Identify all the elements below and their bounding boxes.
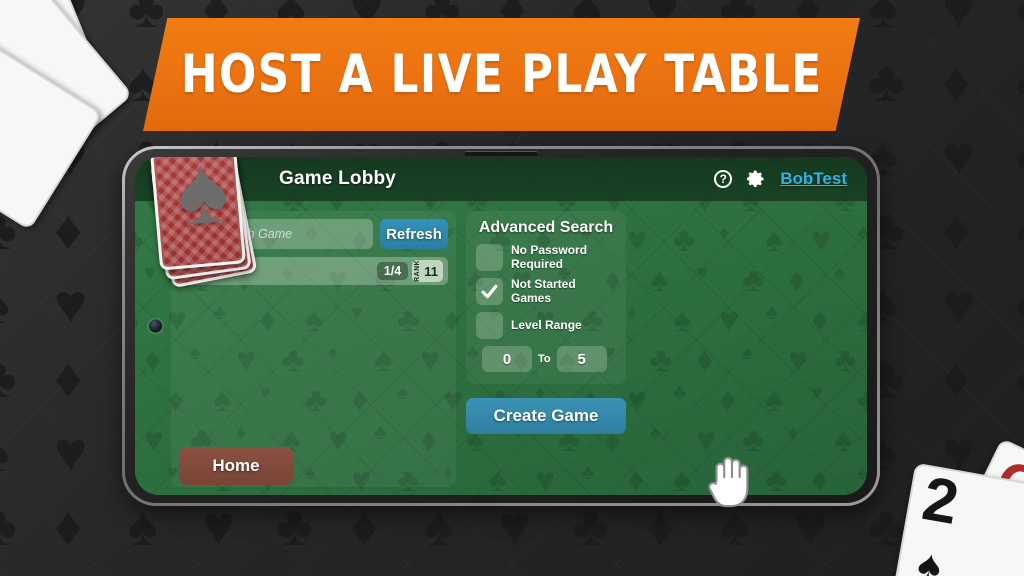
advanced-search-box: Advanced Search No Password Required Not… [466, 211, 626, 384]
background-suit-icon: ♥ [942, 272, 976, 335]
rank-badge: RANK 11 [412, 260, 443, 282]
front-camera-icon [149, 319, 162, 333]
game-row-meta: 1/4 RANK 11 [376, 260, 443, 282]
background-suit-icon: ♥ [942, 0, 976, 39]
background-suit-icon: ♠ [0, 424, 10, 480]
background-suit-icon: ♣ [868, 494, 905, 557]
background-suit-icon: ♦ [54, 494, 83, 557]
rank-label: RANK [414, 260, 422, 282]
option-level-range[interactable]: Level Range [476, 312, 616, 339]
advanced-search-title: Advanced Search [478, 219, 614, 236]
background-suit-icon: ♠ [0, 572, 10, 576]
background-suit-icon: ♣ [276, 494, 313, 557]
background-suit-icon: ♣ [128, 0, 165, 39]
background-suit-icon: ♦ [202, 572, 231, 576]
background-suit-icon: ♦ [942, 198, 971, 261]
advanced-search-panel: Advanced Search No Password Required Not… [466, 211, 626, 487]
spade-overlay-icon: ♠ [172, 157, 233, 247]
background-suit-icon: ♠ [720, 494, 750, 557]
rank-value: 11 [424, 263, 438, 279]
background-suit-icon: ♠ [868, 572, 898, 576]
background-suit-icon: ♣ [1016, 128, 1024, 184]
card-suit-spade-icon: ♠ [913, 539, 946, 576]
background-suit-icon: ♣ [1016, 0, 1024, 36]
card-rank: 2 [917, 464, 964, 538]
background-suit-icon: ♠ [868, 0, 898, 39]
level-range-row: To [476, 346, 616, 372]
option-no-password-required[interactable]: No Password Required [476, 244, 616, 271]
background-suit-icon: ♦ [54, 346, 83, 409]
background-suit-icon: ♠ [128, 494, 158, 557]
background-suit-icon: ♦ [646, 494, 675, 557]
background-suit-icon: ♠ [1016, 202, 1024, 258]
check-icon [481, 284, 498, 299]
background-suit-icon: ♥ [350, 572, 383, 576]
background-suit-icon: ♣ [720, 572, 757, 576]
speaker-grille-icon [464, 151, 538, 156]
background-suit-icon: ♣ [128, 572, 165, 576]
home-button[interactable]: Home [179, 447, 293, 485]
background-suit-icon: ♥ [498, 494, 532, 557]
background-suit-icon: ♥ [54, 572, 87, 576]
headline-text: HOST A LIVE PLAY TABLE [180, 44, 823, 105]
phone-bezel: ♠♥♣♦♠♥♣♦♠♥♣♦♠♥♣♦♠♥♦♠♥♣♦♠♥♣♦♠♥♣♦♠♥♣♦♠♣♦♠♥… [125, 149, 877, 503]
background-suit-icon: ♦ [942, 50, 971, 113]
background-suit-icon: ♠ [1016, 350, 1024, 406]
background-suit-icon: ♠ [276, 572, 306, 576]
background-suit-icon: ♠ [0, 276, 10, 332]
background-suit-icon: ♠ [424, 494, 454, 557]
range-separator: To [538, 353, 551, 365]
option-label: No Password Required [511, 243, 588, 271]
background-suit-icon: ♥ [794, 494, 828, 557]
background-suit-icon: ♣ [424, 572, 461, 576]
phone-screen: ♠♥♣♦♠♥♣♦♠♥♣♦♠♥♣♦♠♥♦♠♥♣♦♠♥♣♦♠♥♣♦♠♥♣♦♠♣♦♠♥… [135, 157, 867, 495]
refresh-button[interactable]: Refresh [380, 219, 448, 249]
help-icon[interactable]: ? [714, 170, 733, 188]
background-suit-icon: ♦ [54, 198, 83, 261]
username-link[interactable]: BobTest [780, 169, 847, 189]
gear-icon[interactable] [746, 169, 766, 189]
option-not-started-games[interactable]: Not Started Games [476, 278, 616, 305]
option-label: Not Started Games [511, 277, 576, 305]
background-suit-icon: ♥ [202, 494, 236, 557]
background-suit-icon: ♣ [0, 350, 17, 406]
level-max-input[interactable] [556, 346, 607, 372]
background-suit-icon: ♣ [572, 494, 609, 557]
background-suit-icon: ♥ [54, 420, 88, 483]
background-suit-icon: ♦ [794, 572, 823, 576]
background-suit-icon: ♦ [498, 572, 527, 576]
background-suit-icon: ♥ [54, 272, 88, 335]
headline-banner: HOST A LIVE PLAY TABLE [143, 18, 860, 131]
phone-device: ♠♥♣♦♠♥♣♦♠♥♣♦♠♥♣♦♠♥♦♠♥♣♦♠♥♣♦♠♥♣♦♠♥♣♦♠♣♦♠♥… [122, 146, 880, 506]
background-suit-icon: ♥ [646, 572, 679, 576]
header-actions: ? BobTest [714, 169, 847, 189]
background-suit-icon: ♠ [1016, 54, 1024, 110]
background-suit-icon: ♠ [572, 572, 602, 576]
slots-badge: 1/4 [376, 262, 409, 280]
level-min-input[interactable] [482, 346, 532, 372]
option-label: Level Range [511, 317, 582, 332]
background-suit-icon: ♦ [942, 346, 971, 409]
background-suit-icon: ♣ [1016, 276, 1024, 332]
checkbox-not-started-games[interactable] [476, 278, 503, 305]
background-suit-icon: ♥ [942, 124, 976, 187]
background-suit-icon: ♣ [868, 50, 905, 113]
page-title: Game Lobby [279, 168, 397, 189]
background-suit-icon: ♣ [0, 498, 17, 554]
create-game-button[interactable]: Create Game [466, 398, 626, 434]
checkbox-no-password-required[interactable] [476, 244, 503, 271]
app-header: Game Lobby ? BobTest [135, 157, 867, 201]
checkbox-level-range[interactable] [476, 312, 503, 339]
background-suit-icon: ♦ [350, 494, 379, 557]
